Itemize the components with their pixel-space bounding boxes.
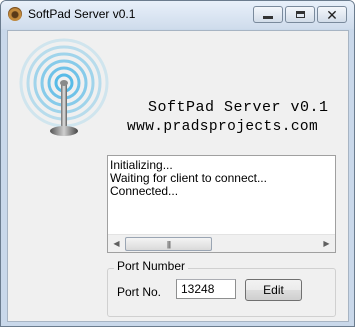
minimize-button[interactable] (253, 6, 283, 23)
maximize-icon (295, 11, 305, 18)
scroll-left-icon[interactable]: ◀ (108, 235, 125, 252)
port-input[interactable] (176, 279, 236, 299)
window-title: SoftPad Server v0.1 (28, 7, 136, 21)
app-name-heading: SoftPad Server v0.1 (148, 99, 329, 116)
website-link: www.pradsprojects.com (127, 119, 319, 135)
app-window: SoftPad Server v0.1 ✕ SoftPad Server v0.… (0, 0, 355, 327)
log-lines: Initializing... Waiting for client to co… (110, 159, 333, 198)
port-group-title: Port Number (114, 259, 189, 273)
maximize-button[interactable] (285, 6, 315, 23)
title-bar[interactable]: SoftPad Server v0.1 ✕ (1, 1, 354, 29)
horizontal-scrollbar[interactable]: ◀ ||| ▶ (108, 234, 335, 252)
close-button[interactable]: ✕ (317, 6, 347, 23)
client-area: SoftPad Server v0.1 www.pradsprojects.co… (7, 30, 349, 322)
close-icon: ✕ (326, 6, 338, 23)
wireless-antenna-icon (19, 38, 109, 136)
minimize-icon (263, 16, 273, 19)
scroll-thumb[interactable]: ||| (125, 237, 212, 251)
edit-button[interactable]: Edit (245, 279, 302, 301)
log-line: Connected... (110, 184, 179, 198)
port-label: Port No. (117, 285, 162, 299)
log-textbox[interactable]: Initializing... Waiting for client to co… (107, 155, 336, 253)
app-icon[interactable] (8, 7, 22, 21)
scroll-right-icon[interactable]: ▶ (318, 235, 335, 252)
